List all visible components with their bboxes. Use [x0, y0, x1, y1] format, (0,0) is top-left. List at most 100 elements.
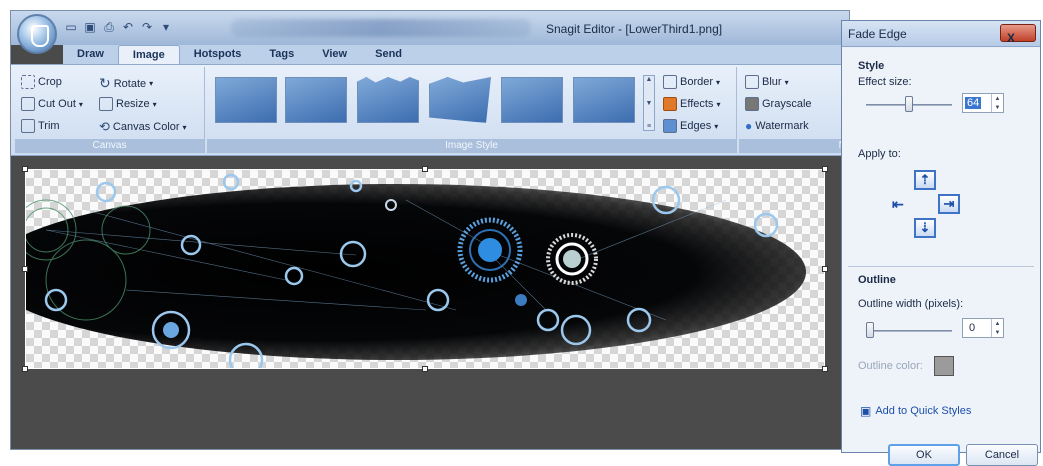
border-button[interactable]: Border ▾ — [663, 75, 720, 89]
watermark-drop-icon: ● — [745, 119, 753, 133]
apply-left-button[interactable]: ⇤ — [892, 196, 904, 213]
edited-image[interactable] — [25, 169, 825, 369]
chevron-down-icon: ▾ — [149, 79, 154, 88]
close-button[interactable]: X — [1000, 24, 1036, 45]
resize-handle-bottom-left[interactable] — [22, 366, 28, 372]
style-thumbnail-5[interactable] — [501, 77, 563, 123]
crop-icon — [21, 75, 35, 89]
window-title: Snagit Editor - [LowerThird1.png] — [546, 22, 723, 36]
outline-color-swatch[interactable] — [934, 356, 954, 376]
arrow-left-icon: ⇤ — [892, 196, 904, 212]
scroll-up-icon[interactable]: ▲ — [646, 76, 653, 83]
dialog-body: Style Effect size: 64 ▲ ▼ Apply to: ⇡ ⇥ ⇣… — [842, 48, 1040, 466]
resize-handle-top[interactable] — [422, 166, 428, 172]
outline-width-slider-track[interactable] — [866, 330, 952, 332]
tab-hotspots[interactable]: Hotspots — [180, 45, 256, 65]
style-thumbnail-1[interactable] — [215, 77, 277, 123]
resize-icon — [99, 97, 113, 111]
tab-draw[interactable]: Draw — [63, 45, 118, 65]
tab-send[interactable]: Send — [361, 45, 416, 65]
outline-width-stepper[interactable]: 0 ▲ ▼ — [962, 318, 1004, 338]
stepper-down-icon[interactable]: ▼ — [995, 105, 1001, 111]
rotate-button[interactable]: ↻ Rotate ▾ — [99, 75, 153, 92]
canvas-color-button[interactable]: ⟲ Canvas Color ▾ — [99, 119, 187, 135]
effects-button[interactable]: Effects ▾ — [663, 97, 720, 111]
resize-handle-top-right[interactable] — [822, 166, 828, 172]
effect-size-stepper[interactable]: 64 ▲ ▼ — [962, 93, 1004, 113]
print-icon[interactable]: ⎙ — [101, 19, 117, 35]
open-folder-icon[interactable]: ▭ — [63, 19, 79, 35]
style-gallery-scroll[interactable]: ▲ ▼ ≡ — [643, 75, 655, 131]
resize-handle-bottom-right[interactable] — [822, 366, 828, 372]
divider — [848, 266, 1034, 267]
effect-size-slider-thumb[interactable] — [905, 96, 913, 112]
chevron-down-icon: ▾ — [716, 77, 721, 87]
blurred-toolbar-area — [231, 19, 531, 37]
redo-icon[interactable]: ↷ — [139, 19, 155, 35]
trim-icon — [21, 119, 35, 133]
add-to-quick-styles-link[interactable]: ▣ Add to Quick Styles — [860, 404, 971, 418]
chevron-down-icon: ▾ — [714, 121, 719, 131]
stepper-up-icon[interactable]: ▲ — [995, 321, 1001, 327]
effect-size-label: Effect size: — [858, 76, 912, 88]
outline-width-value[interactable]: 0 — [969, 322, 975, 334]
tab-tags[interactable]: Tags — [255, 45, 308, 65]
outline-width-label: Outline width (pixels): — [858, 298, 964, 310]
style-thumbnail-2[interactable] — [285, 77, 347, 123]
apply-to-label: Apply to: — [858, 148, 901, 160]
cancel-button[interactable]: Cancel — [966, 444, 1038, 466]
fade-edge-dialog: Fade Edge X Style Effect size: 64 ▲ ▼ App… — [841, 20, 1041, 466]
undo-icon[interactable]: ↶ — [120, 19, 136, 35]
effects-icon — [663, 97, 677, 111]
customize-dropdown-icon[interactable]: ▾ — [158, 19, 174, 35]
dialog-title-bar: Fade Edge X — [842, 21, 1040, 47]
save-icon[interactable]: ▣ — [82, 19, 98, 35]
tab-image[interactable]: Image — [117, 45, 180, 65]
chevron-down-icon: ▾ — [182, 122, 187, 132]
outline-width-slider-thumb[interactable] — [866, 322, 874, 338]
trim-button[interactable]: Trim — [21, 119, 60, 133]
outline-color-label: Outline color: — [858, 360, 923, 372]
style-thumbnail-6[interactable] — [573, 77, 635, 123]
resize-handle-bottom[interactable] — [422, 366, 428, 372]
cut-out-button[interactable]: Cut Out ▾ — [21, 97, 83, 111]
canvas-area[interactable] — [11, 157, 849, 449]
cut-out-icon — [21, 97, 35, 111]
blur-icon — [745, 75, 759, 89]
quick-access-toolbar: ▭ ▣ ⎙ ↶ ↷ ▾ — [63, 19, 174, 35]
apply-bottom-button[interactable]: ⇣ — [914, 218, 936, 238]
edges-icon — [663, 119, 677, 133]
dialog-title: Fade Edge — [848, 27, 907, 41]
edges-button[interactable]: Edges ▾ — [663, 119, 718, 133]
crop-button[interactable]: Crop — [21, 75, 62, 89]
tab-view[interactable]: View — [308, 45, 361, 65]
apply-right-button[interactable]: ⇥ — [938, 194, 960, 214]
apply-top-button[interactable]: ⇡ — [914, 170, 936, 190]
close-icon: X — [1007, 31, 1016, 45]
style-section-header: Style — [858, 60, 885, 72]
style-thumbnail-3[interactable] — [357, 77, 419, 123]
circles-artwork — [26, 173, 779, 368]
outline-section-header: Outline — [858, 274, 896, 286]
border-icon — [663, 75, 677, 89]
ok-button[interactable]: OK — [888, 444, 960, 466]
resize-handle-right[interactable] — [822, 266, 828, 272]
app-orb-button[interactable] — [17, 14, 57, 54]
style-thumbnail-4[interactable] — [429, 77, 491, 123]
effect-size-value[interactable]: 64 — [965, 97, 982, 109]
expand-gallery-icon[interactable]: ≡ — [647, 123, 651, 130]
resize-handle-left[interactable] — [22, 266, 28, 272]
canvas-group-label: Canvas — [15, 139, 204, 153]
ribbon-tabs: Draw Image Hotspots Tags View Send — [63, 45, 849, 65]
watermark-button[interactable]: ● Watermark — [745, 119, 809, 133]
resize-button[interactable]: Resize ▾ — [99, 97, 157, 111]
blur-button[interactable]: Blur ▾ — [745, 75, 789, 89]
stepper-up-icon[interactable]: ▲ — [995, 96, 1001, 102]
modify-group-label: M — [739, 139, 849, 153]
canvas-group: Crop ↻ Rotate ▾ Cut Out ▾ Resize ▾ Trim — [15, 67, 205, 153]
stepper-down-icon[interactable]: ▼ — [995, 330, 1001, 336]
resize-handle-top-left[interactable] — [22, 166, 28, 172]
chevron-down-icon: ▾ — [78, 99, 83, 109]
grayscale-button[interactable]: Grayscale — [745, 97, 812, 111]
scroll-down-icon[interactable]: ▼ — [646, 100, 653, 107]
